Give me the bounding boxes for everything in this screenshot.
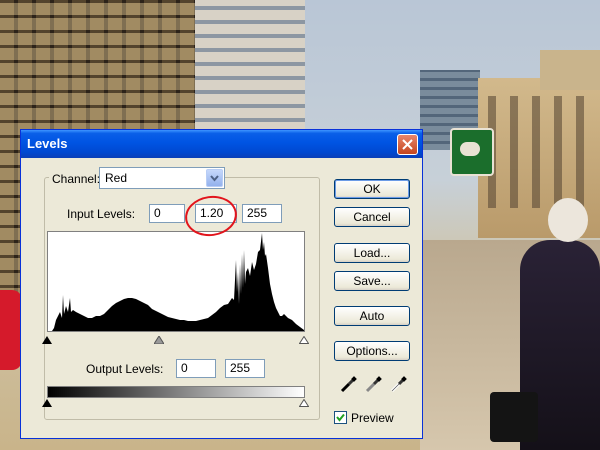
input-white-slider[interactable] (299, 336, 309, 344)
chevron-down-icon (210, 175, 219, 182)
building-roof (540, 50, 600, 90)
pedestrian-head (548, 198, 588, 242)
dialog-title: Levels (27, 136, 68, 151)
gray-eyedropper-icon[interactable] (365, 375, 383, 393)
go-transit-sign (450, 128, 494, 176)
white-eyedropper-icon[interactable] (390, 375, 408, 393)
options-button[interactable]: Options... (334, 341, 410, 361)
channel-select[interactable]: Red (99, 167, 225, 189)
save-button[interactable]: Save... (334, 271, 410, 291)
output-white-field[interactable]: 255 (225, 359, 265, 378)
auto-button[interactable]: Auto (334, 306, 410, 326)
close-button[interactable] (397, 134, 418, 155)
channel-dropdown-button[interactable] (206, 169, 223, 187)
input-levels-label: Input Levels: (67, 207, 136, 221)
ok-button[interactable]: OK (334, 179, 410, 199)
channel-label: Channel: (49, 172, 104, 186)
red-car (0, 290, 22, 370)
input-gamma-slider[interactable] (154, 336, 164, 344)
output-levels-label: Output Levels: (86, 362, 164, 376)
output-gradient-bar (47, 386, 305, 398)
input-white-field[interactable]: 255 (242, 204, 282, 223)
output-white-slider[interactable] (299, 399, 309, 407)
close-icon (402, 139, 413, 150)
histogram-plot (48, 233, 304, 331)
input-black-field[interactable]: 0 (149, 204, 185, 223)
levels-dialog: Levels Channel: Red Input Levels: 0 1.20… (20, 129, 423, 439)
black-eyedropper-icon[interactable] (340, 375, 358, 393)
checkmark-icon (336, 413, 345, 422)
output-black-field[interactable]: 0 (176, 359, 216, 378)
histogram (47, 231, 305, 332)
channel-value: Red (105, 171, 128, 185)
output-black-slider[interactable] (42, 399, 52, 407)
cancel-button[interactable]: Cancel (334, 207, 410, 227)
load-button[interactable]: Load... (334, 243, 410, 263)
rolling-bag (490, 392, 538, 442)
title-bar[interactable]: Levels (21, 130, 422, 158)
preview-checkbox[interactable] (334, 411, 347, 424)
preview-label[interactable]: Preview (351, 411, 394, 425)
input-black-slider[interactable] (42, 336, 52, 344)
